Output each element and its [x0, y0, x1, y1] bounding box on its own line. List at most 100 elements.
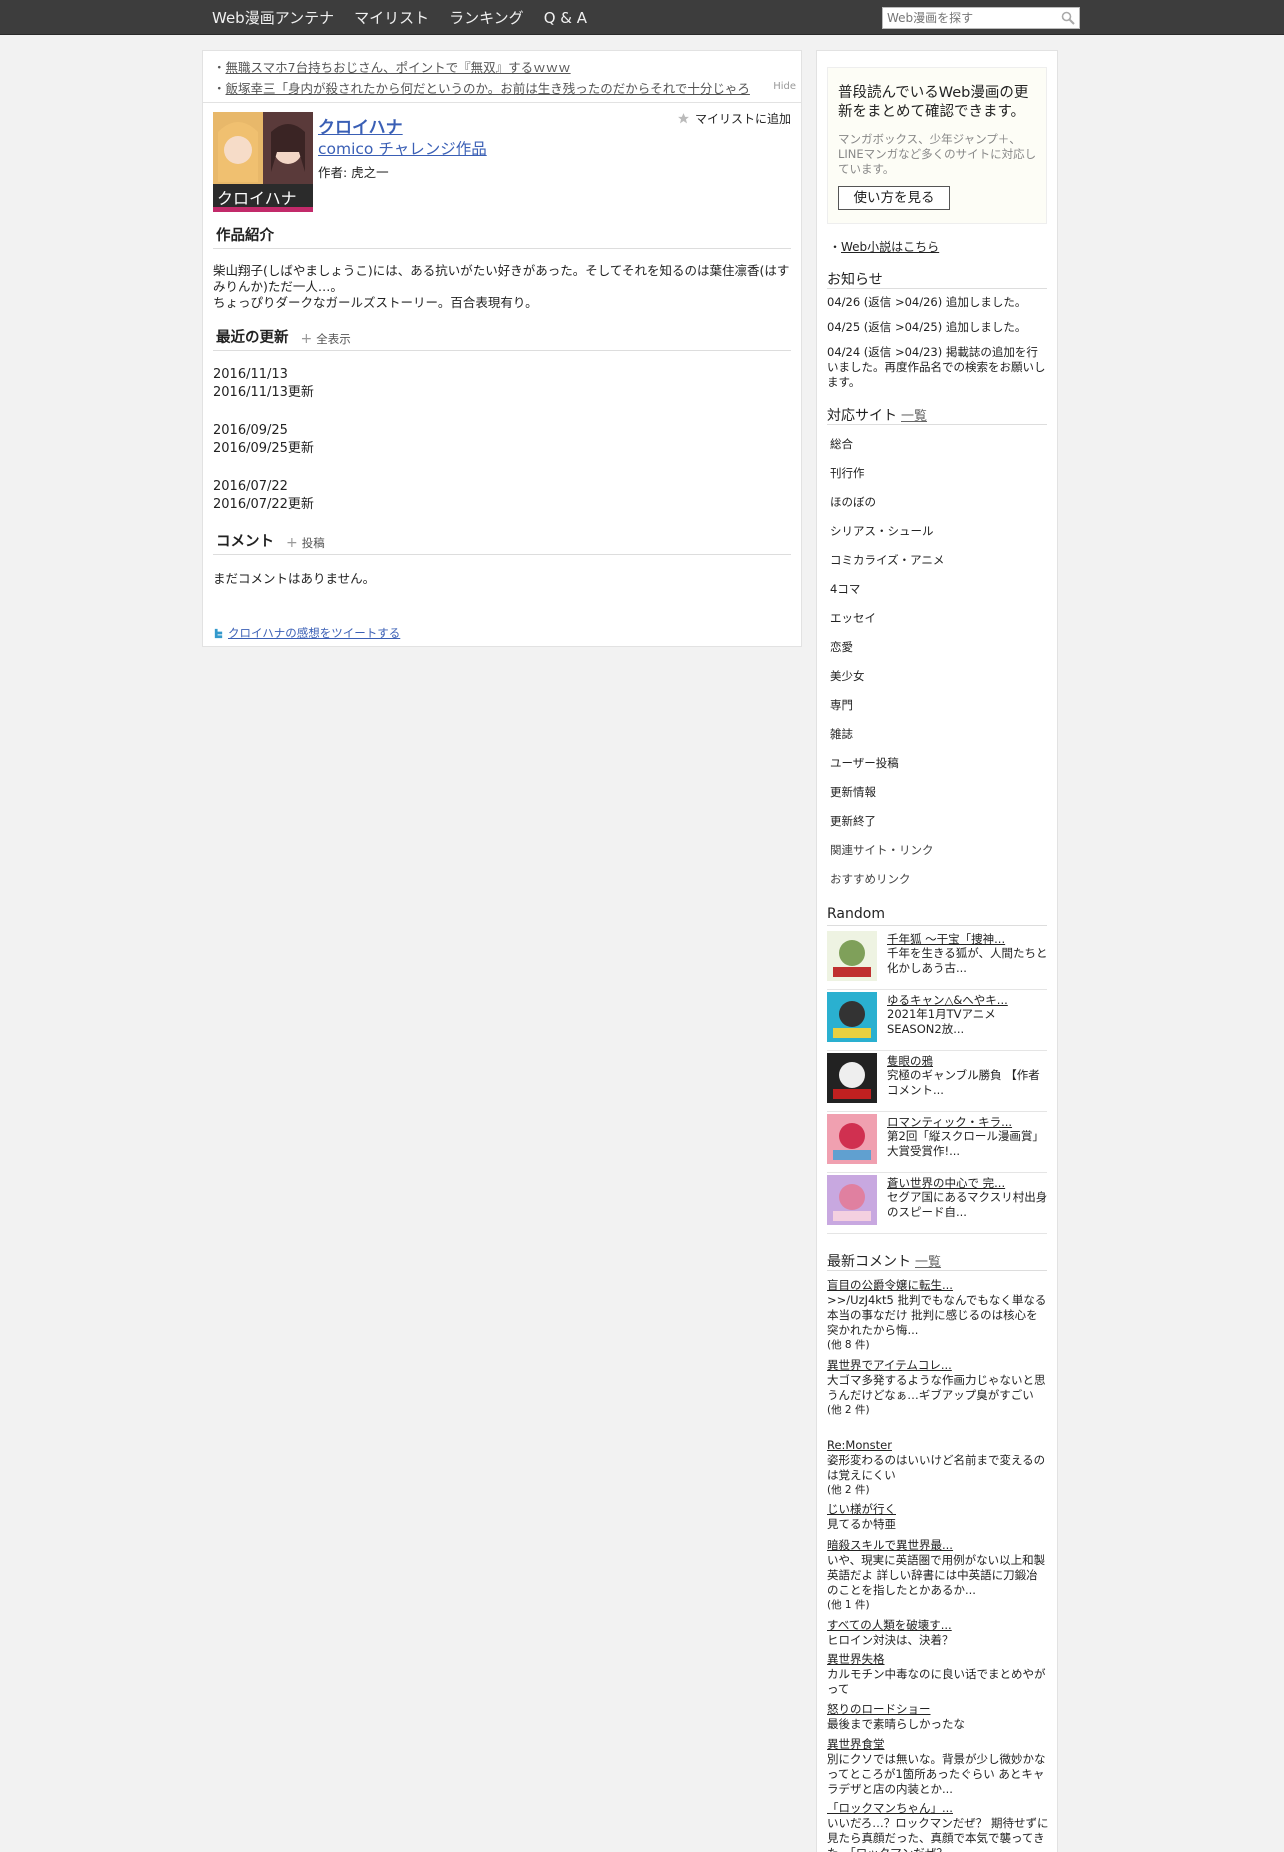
brand-link[interactable]: Web漫画アンテナ — [212, 7, 334, 28]
cover-title: クロイハナ — [217, 189, 297, 208]
top-navbar: Web漫画アンテナ マイリスト ランキング Q & A — [0, 0, 1284, 35]
random-title[interactable]: ロマンティック・キラ... — [887, 1114, 1012, 1130]
category-item[interactable]: 総合 — [830, 436, 853, 452]
category-item[interactable]: 更新情報 — [830, 784, 876, 800]
sidebar: 普段読んでいるWeb漫画の更新をまとめて確認できます。 マンガボックス、少年ジャ… — [816, 50, 1058, 1852]
random-desc: 第2回「縦スクロール漫画賞」大賞受賞作!... — [887, 1129, 1044, 1158]
sites-header: 対応サイト 一覧 — [827, 405, 1047, 425]
latest-comment-title[interactable]: Re:Monster — [827, 1438, 1049, 1453]
category-item[interactable]: ほのぼの — [830, 494, 876, 510]
nav-ranking[interactable]: ランキング — [449, 7, 524, 28]
latest-comment-title[interactable]: すべての人類を破壊す... — [827, 1618, 1049, 1633]
random-header: Random — [827, 906, 1047, 926]
update-date: 2016/09/25 — [213, 423, 288, 438]
search-input[interactable] — [883, 8, 1053, 28]
latest-comment-text: いいだろ…？ロックマンだぜ？ 期待せずに見たら真顔だった、真顔で本気で襲ってきた… — [827, 1816, 1049, 1852]
intro-section-header: 作品紹介 — [213, 227, 791, 249]
random-thumbnail[interactable] — [827, 992, 877, 1042]
updates-section-header: 最近の更新 + 全表示 — [213, 329, 791, 351]
latest-comment-text: いや、現実に英語圏で用例がない以上和製英語だよ 詳しい辞書には中英語に刀鍛冶のこ… — [827, 1553, 1046, 1597]
latest-comment-title[interactable]: 異世界でアイテムコレ... — [827, 1358, 1049, 1373]
latest-comment-text: 見てるか特亜 — [827, 1517, 896, 1531]
star-icon — [678, 113, 689, 124]
category-item[interactable]: シリアス・シュール — [830, 523, 934, 539]
updates-heading: 最近の更新 — [216, 330, 289, 346]
latest-comment-title[interactable]: 異世界食堂 — [827, 1737, 1049, 1752]
latest-comment-title[interactable]: 異世界失格 — [827, 1652, 1049, 1667]
latest-comment-title[interactable]: じい様が行く — [827, 1502, 1049, 1517]
latest-comment-text: >>/UzJ4kt5 批判でもなんでもなく単なる本当の事なだけ 批判に感じるのは… — [827, 1293, 1047, 1337]
latest-comment-item: 異世界失格 カルモチン中毒なのに良い话でまとめやがって — [827, 1652, 1049, 1697]
latest-comment-item: 異世界食堂 別にクソでは無いな。背景が少し微妙かなってところが1箇所あったぐらい … — [827, 1737, 1049, 1797]
news-link-2[interactable]: 飯塚幸三「身内が殺されたから何だというのか。お前は生き残ったのだからそれで十分じ… — [226, 81, 750, 96]
latest-comment-text: カルモチン中毒なのに良い话でまとめやがって — [827, 1667, 1046, 1696]
category-item[interactable]: ユーザー投稿 — [830, 755, 899, 771]
latest-comment-text: 最後まで素晴らしかったな — [827, 1717, 965, 1731]
category-item[interactable]: 刊行作 — [830, 465, 865, 481]
add-mylist-button[interactable]: マイリストに追加 — [677, 110, 791, 127]
search-icon[interactable] — [1061, 11, 1075, 25]
update-label[interactable]: 2016/11/13更新 — [213, 384, 314, 402]
latest-comment-title[interactable]: 盲目の公爵令嬢に転生... — [827, 1278, 1049, 1293]
latest-comment-count: (他 1 件) — [827, 1599, 870, 1611]
random-item: 蒼い世界の中心で 完... セグア国にあるマクスリ村出身のスピード自... — [827, 1173, 1047, 1234]
update-date: 2016/11/13 — [213, 367, 288, 382]
category-item[interactable]: 関連サイト・リンク — [830, 842, 934, 858]
random-title[interactable]: 蒼い世界の中心で 完... — [887, 1175, 1005, 1191]
show-all-label: 全表示 — [316, 332, 351, 346]
random-thumbnail[interactable] — [827, 931, 877, 981]
latest-comment-text: 別にクソでは無いな。背景が少し微妙かなってところが1箇所あったぐらい あとキャラ… — [827, 1752, 1046, 1796]
latest-comment-item: 暗殺スキルで異世界最... いや、現実に英語圏で用例がない以上和製英語だよ 詳しい… — [827, 1538, 1049, 1613]
novel-link-row: ・Web小説はこちら — [829, 240, 940, 254]
nav-qa[interactable]: Q & A — [544, 9, 587, 27]
latest-comments-header: 最新コメント 一覧 — [827, 1251, 1047, 1271]
category-item[interactable]: 雑誌 — [830, 726, 853, 742]
nav-mylist[interactable]: マイリスト — [354, 7, 429, 28]
category-item[interactable]: 専門 — [830, 697, 853, 713]
tweet-link[interactable]: クロイハナの感想をツイートする — [228, 625, 400, 641]
latest-comment-item: Re:Monster 姿形変わるのはいいけど名前まで変えるのは覚えにくい (他 2 … — [827, 1438, 1049, 1498]
category-item[interactable]: 美少女 — [830, 668, 865, 684]
update-label[interactable]: 2016/07/22更新 — [213, 496, 314, 514]
latest-comment-count: (他 2 件) — [827, 1484, 870, 1496]
update-date: 2016/07/22 — [213, 479, 288, 494]
category-item[interactable]: 恋愛 — [830, 639, 853, 655]
sites-list-link[interactable]: 一覧 — [901, 409, 927, 424]
random-thumbnail[interactable] — [827, 1053, 877, 1103]
latest-list-link[interactable]: 一覧 — [915, 1255, 941, 1270]
update-item: 2016/07/22 2016/07/22更新 — [213, 478, 314, 514]
category-item[interactable]: 更新終了 — [830, 813, 876, 829]
latest-comment-title[interactable]: 暗殺スキルで異世界最... — [827, 1538, 1049, 1553]
hide-button[interactable]: Hide — [773, 81, 796, 92]
news-link-1[interactable]: 無職スマホ7台持ちおじさん、ポイントで『無双』するｗｗｗ — [226, 60, 571, 75]
plus-icon: + — [300, 331, 313, 347]
work-site-link[interactable]: comico チャレンジ作品 — [318, 137, 487, 159]
sites-heading: 対応サイト — [827, 408, 897, 424]
random-title[interactable]: 隻眼の鴉 — [887, 1053, 933, 1069]
category-item[interactable]: エッセイ — [830, 610, 876, 626]
latest-comment-title[interactable]: 「ロックマンちゃん」... — [827, 1801, 1049, 1816]
random-desc: 2021年1月TVアニメSEASON2放... — [887, 1007, 996, 1036]
latest-heading: 最新コメント — [827, 1254, 911, 1270]
category-item[interactable]: おすすめリンク — [830, 871, 911, 887]
latest-comment-title[interactable]: 怒りのロードショー — [827, 1702, 1049, 1717]
latest-comment-count: (他 8 件) — [827, 1339, 870, 1351]
news-ticker: ・無職スマホ7台持ちおじさん、ポイントで『無双』するｗｗｗ ・飯塚幸三「身内が殺… — [203, 51, 801, 103]
category-item[interactable]: 4コマ — [830, 581, 860, 597]
random-title[interactable]: 千年狐 ～干宝「捜神... — [887, 931, 1005, 947]
how-to-button[interactable]: 使い方を見る — [838, 186, 950, 210]
show-all-button[interactable]: + 全表示 — [301, 331, 351, 347]
random-title[interactable]: ゆるキャン△&へやキ... — [887, 992, 1008, 1008]
latest-comment-item: すべての人類を破壊す... ヒロイン対決は、決着？ — [827, 1618, 1049, 1648]
cover-image[interactable]: クロイハナ — [213, 112, 313, 212]
random-thumbnail[interactable] — [827, 1114, 877, 1164]
category-item[interactable]: コミカライズ・アニメ — [830, 552, 944, 568]
random-desc: セグア国にあるマクスリ村出身のスピード自... — [887, 1190, 1048, 1219]
novel-link[interactable]: Web小説はこちら — [841, 240, 939, 254]
random-thumbnail[interactable] — [827, 1175, 877, 1225]
random-item: 千年狐 ～干宝「捜神... 千年を生きる狐が、人間たちと化かしあう古... — [827, 929, 1048, 990]
post-comment-button[interactable]: + 投稿 — [286, 535, 325, 551]
comments-empty: まだコメントはありません。 — [213, 571, 376, 586]
update-label[interactable]: 2016/09/25更新 — [213, 440, 314, 458]
work-title[interactable]: クロイハナ — [318, 113, 403, 138]
